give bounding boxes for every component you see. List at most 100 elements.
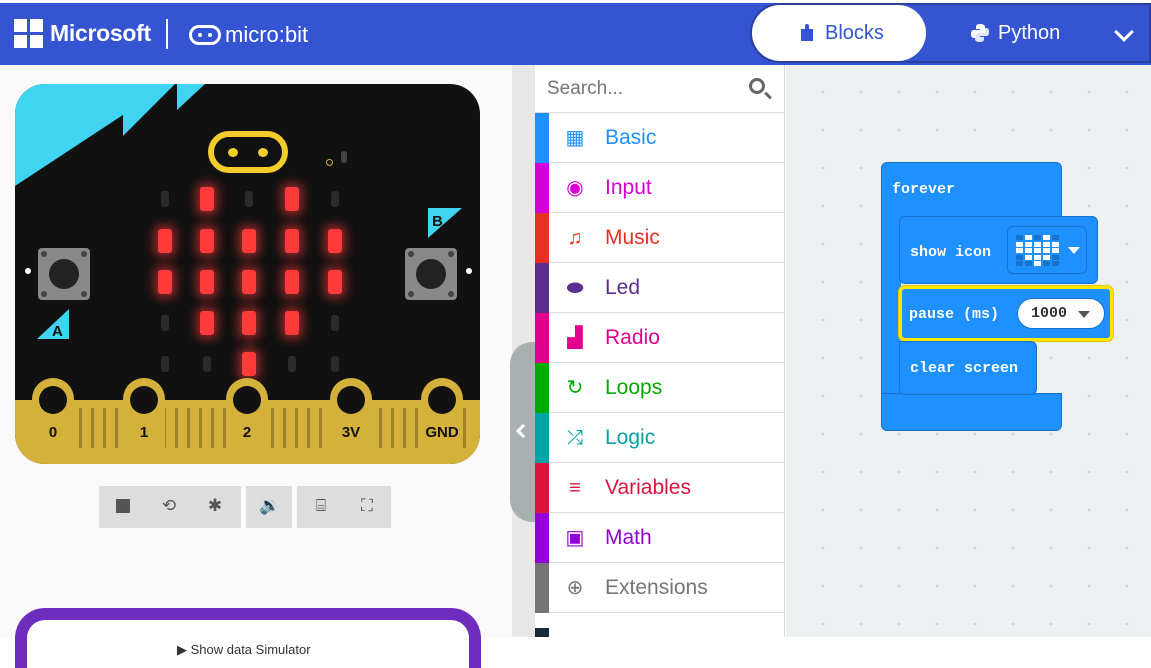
heart-pixel (1025, 261, 1032, 266)
category-color-bar (535, 263, 549, 313)
pause-block[interactable]: pause (ms) 1000 (899, 286, 1113, 341)
toolbox-category-input[interactable]: ◉ Input (535, 163, 785, 213)
camera-icon[interactable]: ⌸ (311, 496, 331, 516)
search-icon[interactable] (749, 78, 765, 94)
clear-screen-block[interactable]: clear screen (899, 341, 1037, 395)
pin-3v[interactable]: 3V (330, 378, 372, 450)
header-divider (166, 19, 168, 49)
toolbox-category-math[interactable]: ▣ Math (535, 513, 785, 563)
pin-2[interactable]: 2 (226, 378, 268, 450)
led-4-1 (203, 356, 211, 372)
microsoft-logo-icon (14, 19, 44, 49)
microphone-icon (341, 151, 347, 163)
toolbox-category-variables[interactable]: ≡ Variables (535, 463, 785, 513)
led-0-1 (200, 187, 214, 211)
heart-pixel (1016, 261, 1023, 266)
led-1-3 (285, 229, 299, 253)
category-label: Led (605, 276, 641, 299)
category-label: Variables (605, 476, 691, 499)
heart-icon (1016, 235, 1060, 267)
category-label: Logic (605, 426, 656, 449)
tab-python-label: Python (998, 22, 1061, 44)
mute-control: 🔉 (246, 486, 292, 528)
forever-block[interactable]: forever (881, 162, 1062, 219)
next-category-bar (535, 628, 549, 637)
pin-1[interactable]: 1 (123, 378, 165, 450)
category-label: Input (605, 176, 652, 199)
heart-pixel (1034, 254, 1041, 260)
category-label: Radio (605, 326, 660, 349)
speaker-icon[interactable]: 🔉 (259, 496, 280, 516)
button-b[interactable] (405, 248, 457, 300)
icon-picker-dropdown[interactable] (1007, 226, 1087, 274)
led-2-2 (242, 270, 256, 294)
restart-icon[interactable]: ⟲ (159, 496, 179, 516)
toolbox-category-radio[interactable]: ▟ Radio (535, 313, 785, 363)
led-0-2 (245, 191, 253, 207)
logo-touch-sensor[interactable] (208, 131, 288, 173)
pause-duration-dropdown[interactable]: 1000 (1017, 298, 1105, 329)
light-sensor-icon (326, 159, 333, 166)
microbit-logo-icon (189, 25, 221, 45)
pause-label: pause (ms) (909, 306, 1000, 323)
heart-pixel (1034, 235, 1041, 240)
category-color-bar (535, 563, 549, 613)
shuffle-icon: ⤮ (567, 427, 583, 449)
show-icon-block[interactable]: show icon (899, 216, 1098, 284)
led-3-4 (331, 315, 339, 331)
pin-label: 1 (139, 424, 149, 441)
button-a[interactable] (38, 248, 90, 300)
toolbox-category-loops[interactable]: ↻ Loops (535, 363, 785, 413)
edge-dot (25, 268, 31, 274)
headphones-icon: ♫ (567, 227, 583, 249)
collapse-simulator-button[interactable] (510, 342, 536, 522)
lines-icon: ≡ (569, 477, 581, 499)
tab-blocks[interactable]: Blocks (752, 5, 926, 61)
fullscreen-icon[interactable]: ⛶ (357, 496, 377, 516)
dropdown-arrow-icon (1068, 247, 1080, 254)
edge-dot (466, 268, 472, 274)
search-input[interactable] (547, 75, 747, 103)
pin-label: 0 (48, 424, 58, 441)
led-1-4 (328, 229, 342, 253)
toolbox-category-basic[interactable]: ▦ Basic (535, 113, 785, 163)
led-2-1 (200, 270, 214, 294)
heart-pixel (1016, 248, 1023, 253)
led-3-3 (285, 311, 299, 335)
refresh-icon: ↻ (566, 377, 584, 399)
toolbox-category-music[interactable]: ♫ Music (535, 213, 785, 263)
heart-pixel (1052, 261, 1059, 266)
pin-label: 3V (341, 424, 361, 441)
product-name[interactable]: micro:bit (225, 22, 308, 48)
led-0-4 (331, 191, 339, 207)
heart-pixel (1016, 235, 1023, 240)
stop-icon[interactable] (113, 496, 133, 516)
heart-pixel (1052, 235, 1059, 240)
heart-pixel (1025, 241, 1032, 247)
heart-pixel (1043, 254, 1050, 260)
heart-pixel (1034, 248, 1041, 253)
toolbox-category-extensions[interactable]: ⊕ Extensions (535, 563, 785, 613)
dropdown-arrow-icon (1078, 311, 1090, 318)
heart-pixel (1052, 254, 1059, 260)
toolbox-category-led[interactable]: ⬬ Led (535, 263, 785, 313)
heart-pixel (1043, 241, 1050, 247)
button-b-label: B (432, 213, 443, 230)
led-4-3 (288, 356, 296, 372)
category-label: Basic (605, 126, 657, 149)
toolbox-category-logic[interactable]: ⤮ Logic (535, 413, 785, 463)
pin-0[interactable]: 0 (32, 378, 74, 450)
board-corner-decoration (15, 84, 205, 186)
debug-bug-icon[interactable]: ✱ (205, 496, 225, 516)
led-3-0 (161, 315, 169, 331)
puzzle-piece-icon (801, 24, 813, 41)
tab-blocks-label: Blocks (825, 22, 884, 44)
led-0-0 (161, 191, 169, 207)
pin-label: GND (425, 424, 459, 441)
show-data-card[interactable]: ▶ Show data Simulator (15, 608, 481, 668)
toolbox-search (535, 65, 785, 113)
pin-gnd[interactable]: GND (421, 378, 463, 450)
heart-pixel (1043, 261, 1050, 266)
category-label: Music (605, 226, 660, 249)
category-color-bar (535, 163, 549, 213)
